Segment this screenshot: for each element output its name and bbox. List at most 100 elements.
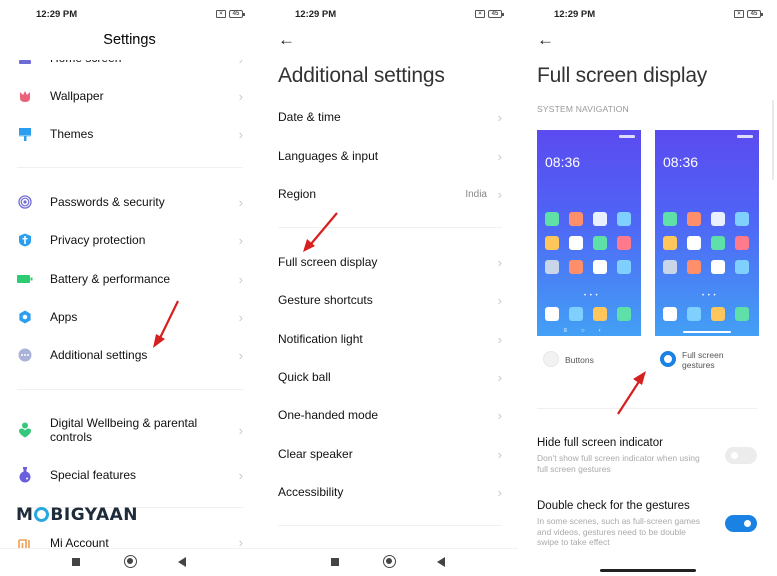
app-icon [593,236,607,250]
app-grid [545,212,631,274]
app-icon [617,212,631,226]
back-button[interactable] [178,557,186,567]
settings-item-one-handed-mode[interactable]: One-handed mode › [259,396,518,434]
status-time: 12:29 PM [36,9,78,20]
dock-app-icon [663,307,677,321]
settings-item-gesture-shortcuts[interactable]: Gesture shortcuts › [259,281,518,319]
app-icon [617,236,631,250]
wallpaper-tulip-icon [17,88,33,104]
app-icon [569,260,583,274]
settings-item-battery-performance[interactable]: Battery & performance › [0,260,259,298]
wellbeing-heart-icon [17,422,33,438]
dock-app-icon [735,307,749,321]
settings-item-themes[interactable]: Themes › [0,115,259,153]
settings-item-label: Gesture shortcuts [278,293,373,307]
watermark-o-ring [34,507,50,522]
scrollbar[interactable] [772,100,774,180]
settings-item-passwords-security[interactable]: Passwords & security › [0,183,259,221]
chevron-right-icon: › [238,347,243,363]
buttons-preview[interactable]: 08:36 • • • ≡○‹ [537,130,641,336]
settings-item-clear-speaker[interactable]: Clear speaker › [259,435,518,473]
home-indicator-bar[interactable] [600,569,696,572]
double-check-toggle[interactable] [725,515,757,532]
gear-icon [17,309,33,325]
settings-item-languages-input[interactable]: Languages & input › [259,137,518,175]
divider [17,389,243,390]
app-icon [593,212,607,226]
battery-icon: 45 [229,10,245,18]
more-dots-icon [17,347,33,363]
app-icon [735,212,749,226]
settings-item-mi-account[interactable]: Mi Account › [0,528,259,548]
app-icon [545,236,559,250]
dock-app-icon [545,307,559,321]
settings-item-region[interactable]: Region India › [259,175,518,213]
privacy-shield-icon [17,232,33,248]
settings-item-label: Battery & performance [50,272,171,286]
settings-item-full-screen-display[interactable]: Full screen display › [259,243,518,281]
app-icon [735,236,749,250]
app-icon [663,260,677,274]
settings-item-digital-wellbeing[interactable]: Digital Wellbeing & parental controls › [0,408,259,452]
settings-item-label: Quick ball [278,370,331,384]
android-nav-bar [0,548,259,576]
hide-indicator-desc: Don't show full screen indicator when us… [537,453,700,474]
settings-item-date-time[interactable]: Date & time › [259,98,518,136]
page-dots: • • • [702,293,717,299]
settings-item-wallpaper[interactable]: Wallpaper › [0,77,259,115]
back-button[interactable] [437,557,445,567]
divider [537,408,757,409]
dock-app-icon [711,307,725,321]
app-icon [569,236,583,250]
preview-time: 08:36 [663,154,699,170]
settings-item-notification-light[interactable]: Notification light › [259,320,518,358]
settings-item-label: Passwords & security [50,195,165,209]
settings-item-label: Accessibility [278,485,344,499]
home-button[interactable] [383,555,396,568]
signal-icon [737,135,753,138]
chevron-right-icon: › [497,109,502,125]
settings-item-additional-settings[interactable]: Additional settings › [0,336,259,374]
app-icon [711,236,725,250]
buttons-radio[interactable] [543,351,559,367]
chevron-right-icon: › [238,309,243,325]
status-bar: 12:29 PM × 45 [295,9,504,23]
recents-button[interactable] [72,558,80,566]
settings-item-label: Clear speaker [278,447,353,461]
gestures-option-label: Full screen gestures [682,350,724,370]
divider [278,227,502,228]
recents-button[interactable] [331,558,339,566]
double-check-title: Double check for the gestures [537,500,690,512]
app-icon [663,236,677,250]
sim-card-icon: × [216,10,226,18]
status-bar: 12:29 PM × 45 [36,9,245,23]
settings-item-label: Special features [50,468,137,482]
settings-item-label: Digital Wellbeing & parental controls [50,416,198,444]
settings-item-label: Region [278,187,317,201]
chevron-right-icon: › [497,148,502,164]
themes-brush-icon [17,126,33,142]
battery-icon [17,271,33,287]
home-button[interactable] [124,555,137,568]
chevron-right-icon: › [497,186,502,202]
app-icon [711,212,725,226]
gestures-preview[interactable]: 08:36 • • • [655,130,759,336]
app-icon [545,260,559,274]
settings-item-accessibility[interactable]: Accessibility › [259,473,518,511]
chevron-right-icon: › [497,484,502,500]
sim-card-icon: × [734,10,744,18]
status-time: 12:29 PM [554,9,596,20]
back-arrow-icon[interactable]: ← [278,31,295,48]
full-screen-gestures-radio[interactable] [660,351,676,367]
fingerprint-icon [17,194,33,210]
settings-item-privacy-protection[interactable]: Privacy protection › [0,221,259,259]
hide-indicator-toggle[interactable] [725,447,757,464]
settings-item-special-features[interactable]: Special features › [0,456,259,494]
region-value: India [465,188,487,200]
chevron-right-icon: › [497,407,502,423]
settings-item-apps[interactable]: Apps › [0,298,259,336]
page-title: Additional settings [278,64,445,87]
status-time: 12:29 PM [295,9,337,20]
settings-item-quick-ball[interactable]: Quick ball › [259,358,518,396]
back-arrow-icon[interactable]: ← [537,31,554,48]
